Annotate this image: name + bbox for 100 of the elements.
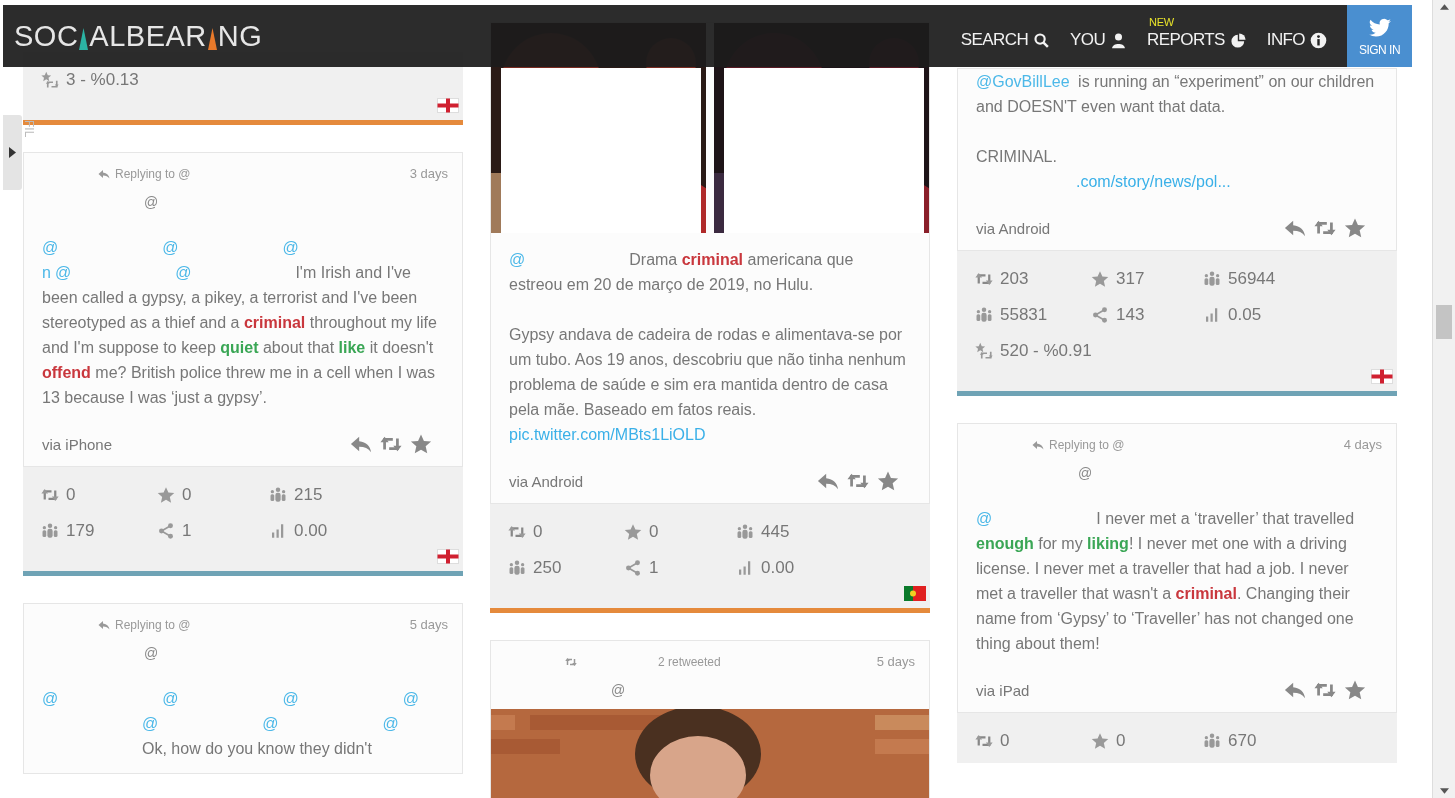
flag-icon [437,98,459,113]
people-icon [1203,270,1221,288]
stat-value: 0.00 [761,558,795,578]
stat-value: 1 [649,558,659,578]
handle-text: @ [611,682,627,698]
stat-value: 0 [1000,731,1010,751]
retweet-icon [975,732,993,750]
source-text: via Android [509,472,584,490]
stat-value: 0 [66,485,76,505]
mention-link[interactable]: @ [162,690,179,707]
tweet-text: CRIMINAL. .com/story/news/pol... [976,147,1232,192]
timestamp: 5 days [409,617,448,632]
people-icon [508,559,526,577]
star-icon [1091,732,1109,750]
source-text: via iPhone [42,435,113,453]
mention-link[interactable]: @ [282,690,299,707]
reply-icon [97,618,111,631]
mention-link[interactable]: @ [42,690,59,707]
retweeted-label: 2 retweeted [658,654,721,669]
nav-link[interactable]: YOU [1070,22,1128,50]
link[interactable]: pic.twitter.com/MBts1LiOLD [509,426,706,443]
star-icon[interactable] [877,470,899,492]
side-panel-tab[interactable] [3,115,22,190]
share-icon [1091,306,1109,324]
stat-value: 179 [66,521,95,541]
timestamp: 3 days [409,166,448,181]
nav-link[interactable]: SEARCH [960,22,1051,50]
mention-link[interactable]: @ [262,715,279,732]
logo-text: SOC [14,19,79,53]
link[interactable]: .com/story/news/pol... [1076,173,1231,190]
mention-link[interactable]: @ [142,715,159,732]
stat-value: 56944 [1228,269,1276,289]
people-icon [736,523,754,541]
reach-icon [41,71,59,89]
stat-value: 520 - %0.91 [1000,341,1092,361]
flag-icon [437,549,459,564]
stat-value: 317 [1116,269,1145,289]
logo-mark-icon [207,27,217,50]
stat-value: 203 [1000,269,1029,289]
sign-in-button[interactable]: SIGN IN [1347,5,1412,67]
stat-value: 0 [649,522,659,542]
star-icon[interactable] [1344,679,1366,701]
scroll-down-icon[interactable] [1439,788,1449,794]
stat-value: 1 [182,521,192,541]
mention-link[interactable]: @ [42,239,59,256]
source-text: via iPad [976,681,1030,699]
info-icon [1310,31,1327,49]
stat-value: 0.00 [294,521,328,541]
mention-link[interactable]: @ [282,239,299,256]
tweet-text: @ @ @ n @ @ I'm Irish and I've been called a gypsy, a pikey, a terrorist and I've been stereotyped as a thief and a criminal throughout my life and I'm suppose to keep quiet about that like it doesn't offend me? British police threw me in a cell when I was 13 because I was ‘just a gypsy’. [42,238,438,408]
scrollbar[interactable] [1432,0,1455,798]
reach-icon [975,342,993,360]
retweet-icon [41,486,59,504]
mention-link[interactable]: @GovBillLee [976,73,1070,90]
scroll-up-icon[interactable] [1439,4,1449,10]
people-icon [269,486,287,504]
handle-text: @ [1078,465,1094,481]
mention-link[interactable]: @ [509,251,526,268]
people-icon [975,306,993,324]
source-text: via Android [976,219,1051,237]
mention-link[interactable]: @ [162,239,179,256]
stat-value: 0 [533,522,543,542]
mention-link[interactable]: @ [54,264,72,281]
stat-value: 215 [294,485,323,505]
handle-text: @ [144,194,160,210]
tweet-text: @ I never met a ‘traveller’ that travelled enough for my liking! I never met one with a driving license. I never met a traveller that had a job. I never met a traveller that wasn't a criminal. Changing their name from ‘Gypsy’ to ‘Traveller’ has not changed one thing about them! [976,509,1356,654]
nav-link[interactable]: INFO [1266,22,1327,50]
star-icon[interactable] [410,433,432,455]
retweet-icon [975,270,993,288]
tweet-text: @ Drama criminal americana que estreou em 20 de março de 2019, no Hulu. [509,250,855,295]
flag-icon [904,586,926,601]
stat-value: 0 [182,485,192,505]
people-icon [1203,732,1221,750]
flag-icon [1371,369,1393,384]
mention-link[interactable]: @ [382,715,399,732]
share-icon [624,559,642,577]
stat-value: 445 [761,522,790,542]
timestamp: 4 days [1343,437,1382,452]
pie-chart-icon [1229,31,1247,49]
logo-text: ALBEAR [89,19,207,53]
stat-value: 670 [1228,731,1257,751]
stat-value: 55831 [1000,305,1048,325]
reply-icon [97,167,111,180]
stat-value: 0 [1116,731,1126,751]
search-icon [1033,31,1051,49]
mention-link[interactable]: n [42,264,51,281]
caret-icon [9,147,16,158]
mention-link[interactable]: @ [402,690,419,707]
retweet-icon [564,655,578,668]
retweet-icon [508,523,526,541]
share-icon [157,522,175,540]
handle-text: @ [144,645,160,661]
mention-link[interactable]: @ [976,510,993,527]
stat-value: 143 [1116,305,1145,325]
star-icon[interactable] [1344,217,1366,239]
tweet-text: Gypsy andava de cadeira de rodas e alimentava-se por um tubo. Aos 19 anos, descobriu que não tinha nenhum problema de saúde e sim era mantida dentro de casa pela mãe. Baseado em fatos reais. pic.twitter.com/MBts1LiOLD [509,325,907,445]
side-panel-label: FIL [22,120,36,138]
new-label: NEW [1149,16,1174,28]
mention-link[interactable]: @ [175,264,192,281]
scroll-thumb[interactable] [1436,305,1452,339]
